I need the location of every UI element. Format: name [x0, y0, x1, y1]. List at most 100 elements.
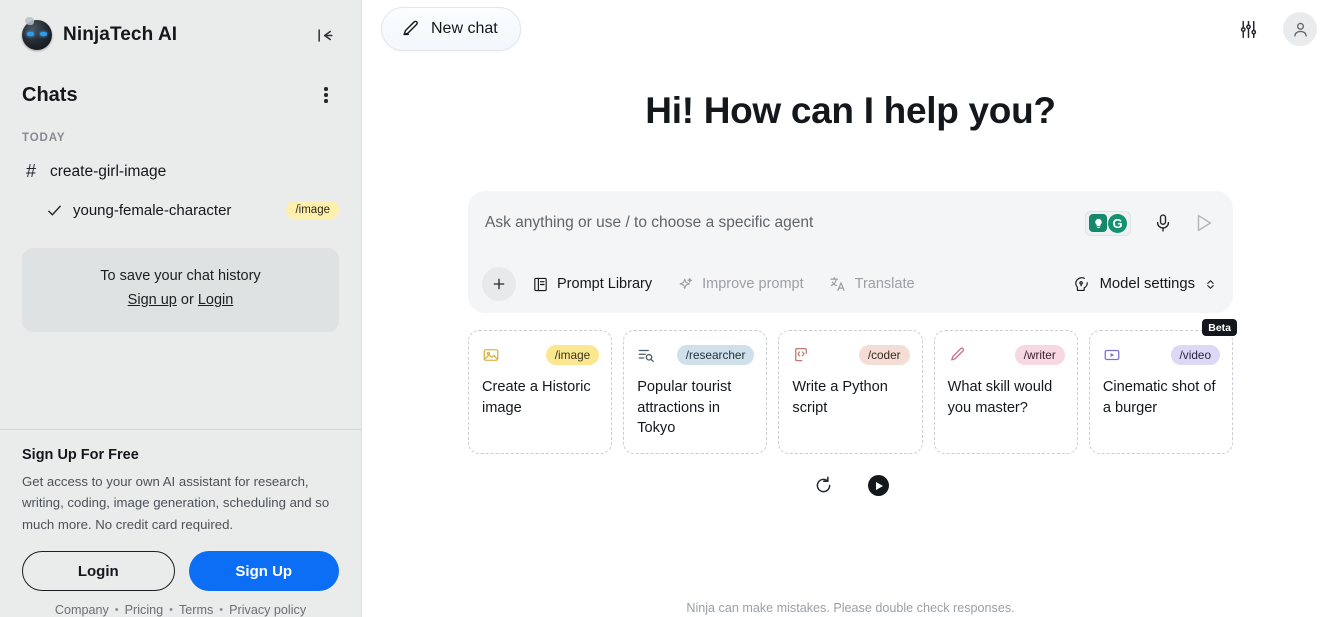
chats-more-button[interactable]: [313, 82, 339, 108]
refresh-icon: [816, 476, 830, 493]
signup-link[interactable]: Sign up: [128, 292, 177, 308]
card-header: /coder: [792, 344, 910, 366]
card-tag: /coder: [858, 345, 910, 365]
chat-item-label: create-girl-image: [50, 162, 167, 180]
model-settings-label: Model settings: [1099, 276, 1195, 292]
more-vertical-icon: [324, 87, 328, 91]
grammarly-g-icon: G: [1108, 213, 1127, 233]
card-title: Popular tourist attractions in Tokyo: [637, 379, 732, 437]
topbar-right: [1233, 12, 1317, 46]
video-icon: [1103, 345, 1123, 365]
improve-prompt-label: Improve prompt: [702, 276, 804, 292]
collapse-left-icon: [317, 28, 333, 42]
microphone-icon: [1156, 214, 1170, 232]
ninjatech-logo-icon: [22, 17, 52, 50]
sidebar-top: NinjaTech AI Chats TODAY # create-girl-i…: [0, 0, 361, 222]
new-chat-button[interactable]: New chat: [381, 7, 521, 51]
card-title: What skill would you master?: [947, 379, 1053, 416]
footer-separator: •: [169, 604, 173, 616]
hash-icon: #: [25, 161, 36, 181]
pen-icon: [948, 345, 968, 365]
signup-button[interactable]: Sign Up: [188, 551, 339, 591]
login-button[interactable]: Login: [22, 551, 175, 591]
beta-badge: Beta: [1202, 319, 1238, 336]
chat-item-create-girl-image[interactable]: # create-girl-image: [22, 157, 339, 186]
settings-sliders-button[interactable]: [1233, 14, 1263, 44]
suggestion-controls: [813, 475, 889, 497]
center-column: Hi! How can I help you? G: [362, 58, 1339, 497]
prompt-library-button[interactable]: Prompt Library: [532, 276, 652, 293]
chevron-updown-icon: [1207, 279, 1214, 289]
card-title: Create a Historic image: [482, 379, 591, 416]
card-header: /image: [482, 344, 600, 366]
code-icon: [792, 345, 812, 365]
card-header: /researcher: [637, 344, 755, 366]
prompt-library-label: Prompt Library: [557, 276, 653, 292]
sidebar: NinjaTech AI Chats TODAY # create-girl-i…: [0, 0, 362, 617]
footer-link-privacy-policy[interactable]: Privacy policy: [229, 603, 306, 617]
send-icon: [1197, 214, 1212, 232]
collapse-sidebar-button[interactable]: [311, 21, 339, 49]
search-input[interactable]: [485, 214, 1085, 232]
translate-label: Translate: [854, 276, 915, 292]
brain-icon: [1074, 276, 1088, 291]
suggestion-card-writer[interactable]: /writer What skill would you master?: [933, 330, 1078, 455]
or-text: or: [180, 291, 194, 308]
translate-icon: [829, 277, 845, 291]
card-tag: /video: [1170, 345, 1221, 365]
card-header: /video: [1103, 344, 1221, 366]
brand-name: NinjaTech AI: [63, 24, 178, 45]
footer-link-company[interactable]: Company: [55, 603, 109, 617]
improve-prompt-button[interactable]: Improve prompt: [677, 276, 804, 293]
chats-section-label: TODAY: [22, 132, 66, 144]
model-settings-button[interactable]: Model settings: [1072, 275, 1217, 294]
send-button[interactable]: [1193, 212, 1215, 234]
signup-panel-description: Get access to your own AI assistant for …: [22, 473, 330, 532]
new-chat-label: New chat: [431, 20, 498, 37]
top-bar: New chat: [362, 0, 1339, 58]
chats-header: Chats: [22, 82, 339, 108]
suggestion-card-video[interactable]: Beta /video Cinematic shot of a burger: [1088, 319, 1238, 455]
card-title: Cinematic shot of a burger: [1102, 379, 1216, 416]
save-history-text: To save your chat history: [100, 268, 261, 284]
suggestion-card-researcher[interactable]: /researcher Popular tourist attractions …: [623, 330, 768, 455]
footer-link-terms[interactable]: Terms: [179, 603, 213, 617]
signup-panel: Sign Up For Free Get access to your own …: [0, 428, 361, 617]
microphone-button[interactable]: [1153, 213, 1173, 233]
signup-panel-title: Sign Up For Free: [22, 446, 139, 463]
suggestion-card-image[interactable]: /image Create a Historic image: [468, 330, 613, 455]
footer-link-pricing[interactable]: Pricing: [125, 603, 164, 617]
footer-separator: •: [219, 604, 224, 616]
book-icon: [534, 277, 547, 291]
save-history-links: Sign up or Login: [34, 289, 327, 313]
translate-button[interactable]: Translate: [829, 275, 915, 293]
refresh-suggestions-button[interactable]: [813, 475, 834, 496]
suggestion-card-coder[interactable]: /coder Write a Python script: [778, 330, 923, 455]
research-icon: [637, 345, 657, 365]
composer-input-row: G: [468, 191, 1233, 255]
card-tag: /image: [545, 345, 600, 365]
page-title: Hi! How can I help you?: [645, 90, 1056, 131]
check-icon: [46, 202, 63, 219]
composer: G: [468, 191, 1233, 313]
brand-row: NinjaTech AI: [22, 14, 339, 56]
disclaimer-text: Ninja can make mistakes. Please double c…: [686, 601, 1015, 615]
chats-title: Chats: [22, 83, 78, 106]
user-avatar-button[interactable]: [1283, 12, 1317, 46]
grammarly-icon[interactable]: G: [1085, 210, 1131, 236]
card-tag: /writer: [1014, 345, 1065, 365]
plus-icon: [493, 278, 505, 290]
sidebar-footer-links: Company • Pricing • Terms • Privacy poli…: [22, 603, 339, 617]
footer-separator: •: [114, 604, 119, 616]
pencil-icon: [403, 20, 418, 36]
attach-add-button[interactable]: [482, 267, 516, 301]
main-content: New chat Hi! How can I help you? Ask any…: [362, 0, 1339, 617]
sliders-icon: [1240, 20, 1256, 38]
signup-panel-buttons: Login Sign Up: [22, 551, 339, 591]
chat-item-tag: /image: [286, 201, 339, 219]
grammarly-bulb-icon: [1089, 214, 1107, 232]
login-link[interactable]: Login: [198, 292, 233, 308]
composer-toolbar: Prompt Library Improve prompt Translate …: [468, 255, 1233, 313]
play-suggestions-button[interactable]: [867, 475, 889, 497]
chat-item-young-female-character[interactable]: young-female-character /image: [46, 198, 339, 222]
